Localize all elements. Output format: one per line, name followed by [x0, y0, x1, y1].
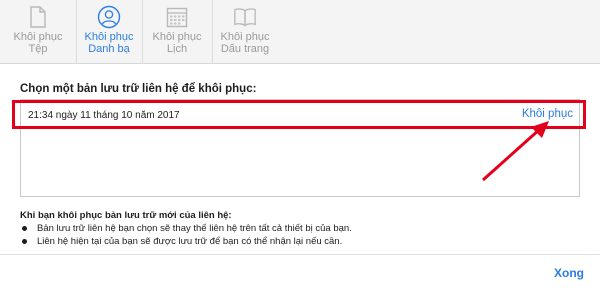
tab-label: Khôi phục Dấu trang: [220, 31, 270, 55]
contacts-icon: [97, 5, 121, 29]
tab-restore-calendar[interactable]: Khôi phục Lịch: [145, 0, 209, 64]
info-heading: Khi bạn khôi phục bản lưu trữ mới của li…: [20, 210, 232, 221]
bullet-icon: [22, 239, 27, 244]
tab-divider: [142, 0, 143, 64]
calendar-icon: [165, 5, 189, 29]
tab-label: Khôi phục Danh bạ: [84, 31, 134, 55]
bookmarks-icon: [233, 5, 257, 29]
page-title: Chọn một bản lưu trữ liên hệ để khôi phụ…: [20, 83, 257, 95]
restore-tabs-toolbar: Khôi phục Tệp Khôi phục Danh bạ Khôi phụ…: [0, 0, 600, 64]
archive-row-highlight: [12, 100, 586, 129]
list-item: Liên hệ hiện tại của bạn sẽ được lưu trữ…: [22, 236, 342, 247]
done-button[interactable]: Xong: [554, 266, 584, 280]
tab-label: Khôi phục Tệp: [13, 31, 63, 55]
tab-label: Khôi phục Lịch: [152, 31, 202, 55]
tab-restore-files[interactable]: Khôi phục Tệp: [6, 0, 70, 64]
tab-restore-bookmarks[interactable]: Khôi phục Dấu trang: [213, 0, 277, 64]
file-icon: [26, 5, 50, 29]
footer-divider: [0, 254, 600, 255]
bullet-icon: [22, 226, 27, 231]
list-item: Bản lưu trữ liên hệ bạn chọn sẽ thay thế…: [22, 223, 352, 234]
tab-restore-contacts[interactable]: Khôi phục Danh bạ: [77, 0, 141, 64]
